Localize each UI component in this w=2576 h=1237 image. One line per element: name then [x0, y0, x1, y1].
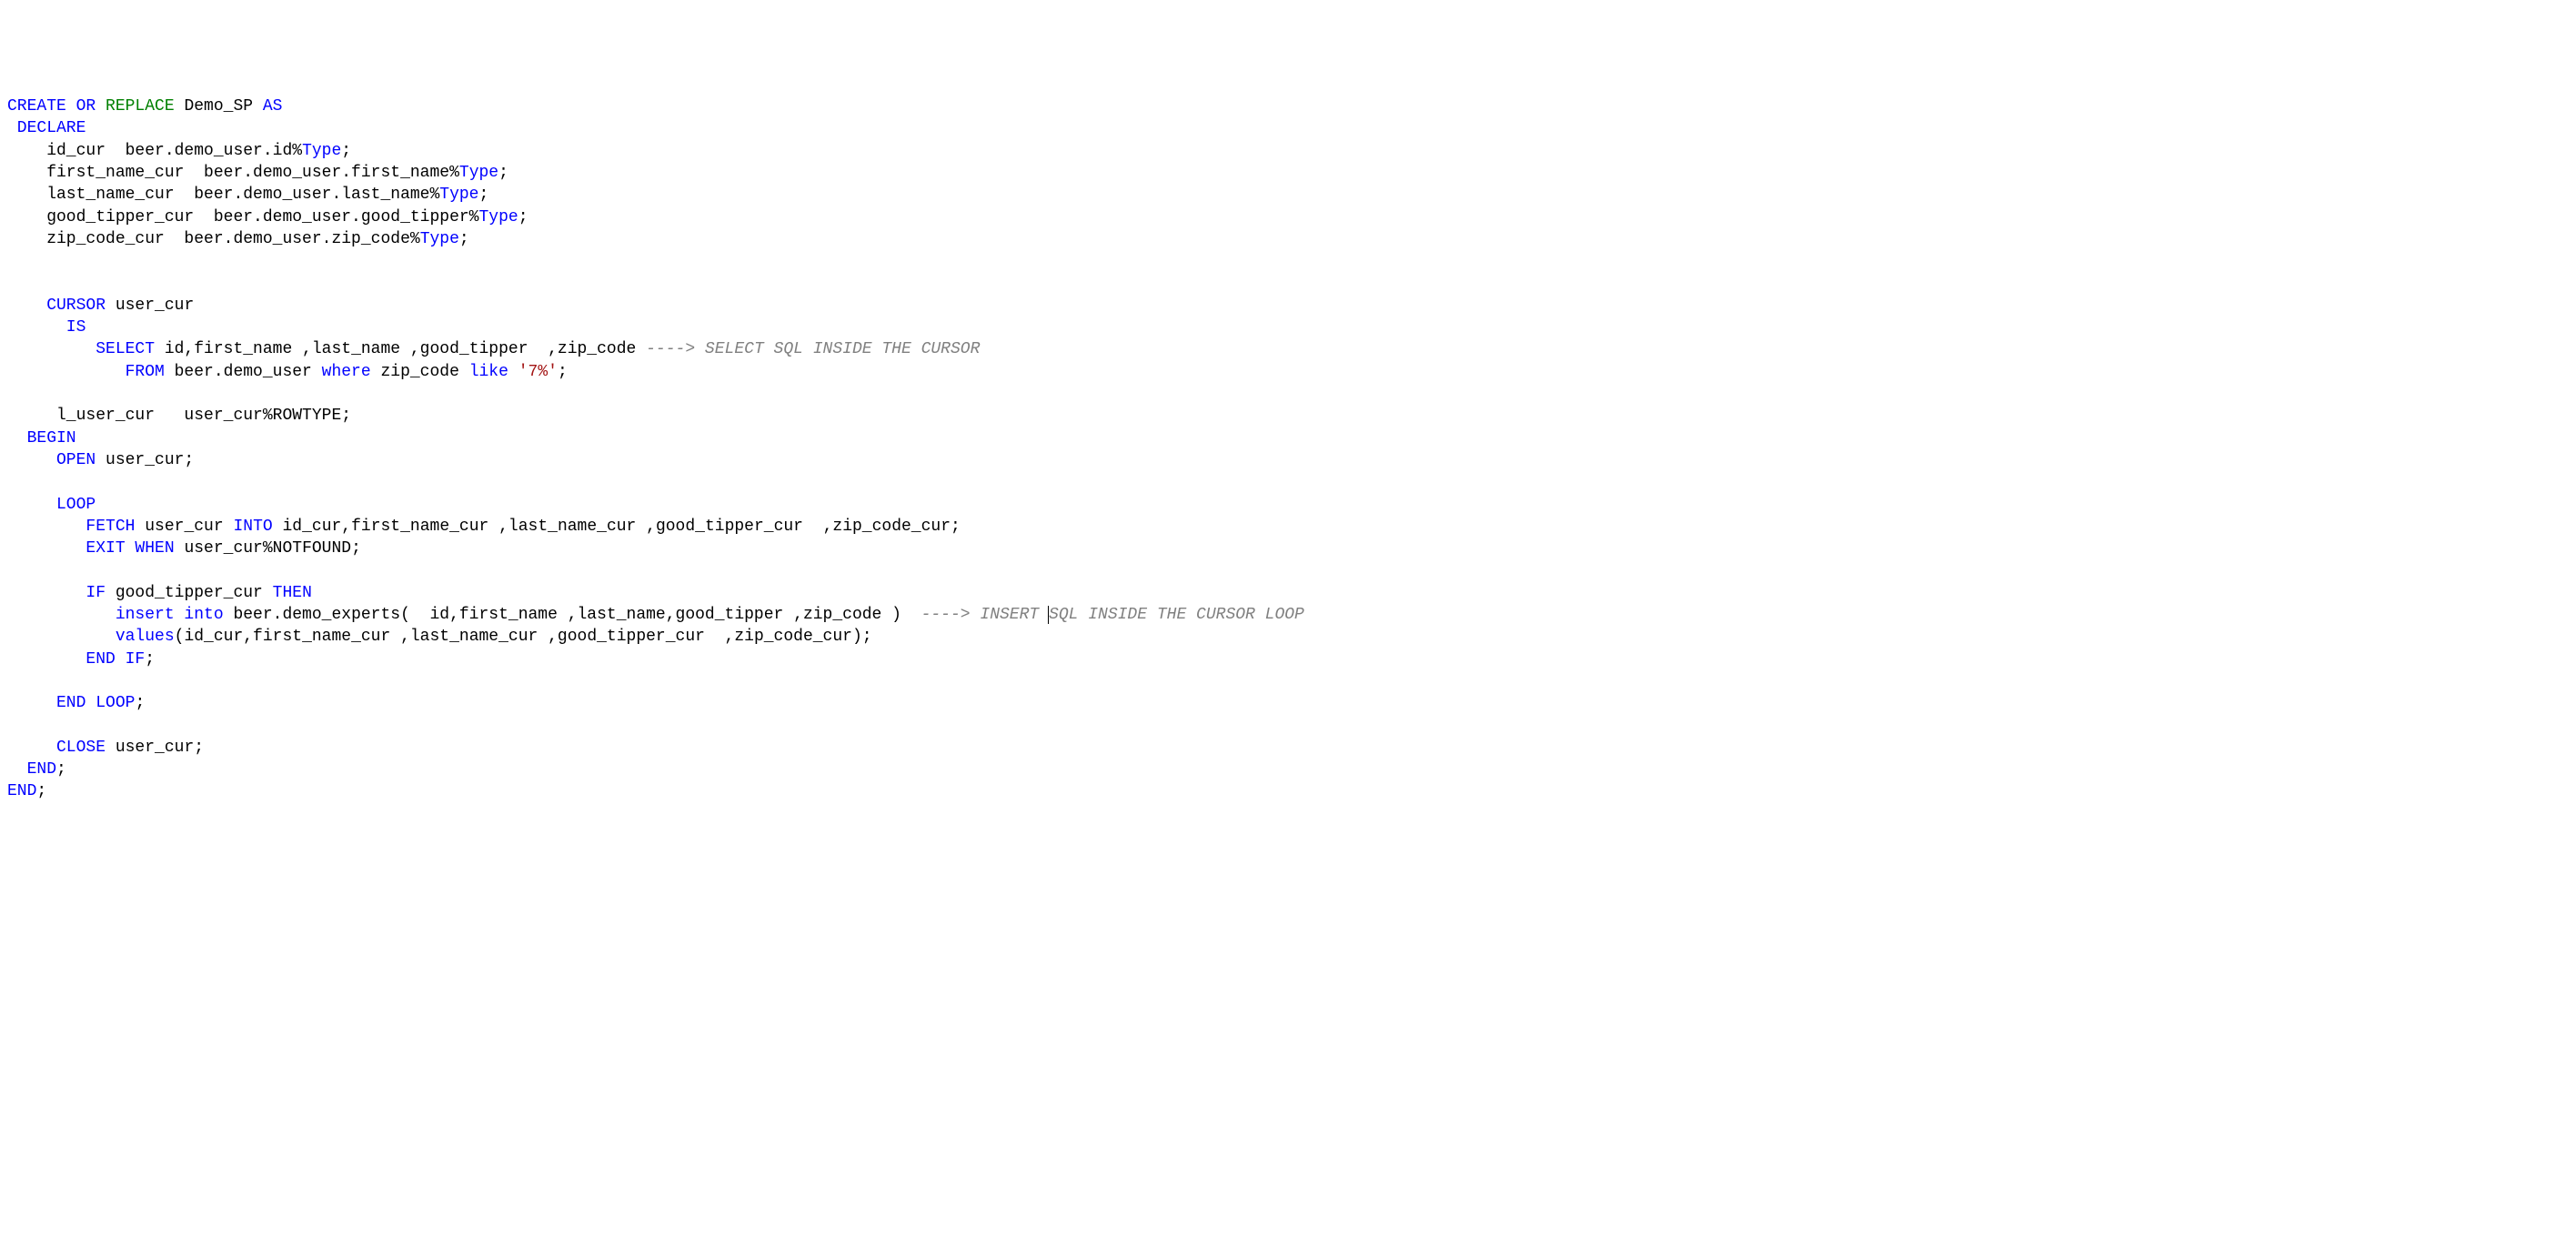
comment-insert-b: SQL INSIDE THE CURSOR LOOP [1049, 606, 1304, 624]
keyword-cursor: CURSOR [7, 297, 106, 315]
keyword-loop: LOOP [7, 496, 96, 514]
decl-id-cur: id_cur beer.demo_user.id% [7, 142, 302, 160]
select-columns: id,first_name ,last_name ,good_tipper ,z… [155, 340, 646, 358]
where-col: zip_code [371, 363, 469, 381]
keyword-type: Type [439, 186, 478, 204]
open-cursor: user_cur; [96, 451, 194, 469]
semicolon: ; [459, 230, 469, 248]
keyword-values: values [7, 628, 175, 646]
keyword-then: THEN [273, 584, 312, 602]
semicolon: ; [498, 164, 508, 182]
keyword-create-or: CREATE OR [7, 97, 106, 116]
code-block: CREATE OR REPLACE Demo_SP AS DECLARE id_… [7, 96, 2569, 803]
string-literal: '7%' [518, 363, 558, 381]
semicolon: ; [145, 650, 155, 669]
keyword-type: Type [420, 230, 459, 248]
keyword-close: CLOSE [7, 739, 106, 757]
keyword-end-if: END IF [7, 650, 145, 669]
keyword-end-loop: END LOOP [7, 694, 135, 712]
keyword-type: Type [302, 142, 341, 160]
comment-select: ----> SELECT SQL INSIDE THE CURSOR [646, 340, 980, 358]
keyword-begin: BEGIN [7, 429, 76, 448]
keyword-where: where [322, 363, 371, 381]
proc-name: Demo_SP [175, 97, 263, 116]
keyword-select: SELECT [7, 340, 155, 358]
decl-first-name-cur: first_name_cur beer.demo_user.first_name… [7, 164, 459, 182]
keyword-as: AS [263, 97, 283, 116]
cursor-name: user_cur [106, 297, 194, 315]
decl-good-tipper-cur: good_tipper_cur beer.demo_user.good_tipp… [7, 208, 478, 226]
space [508, 363, 518, 381]
keyword-declare: DECLARE [7, 119, 86, 137]
keyword-end: END [7, 760, 56, 779]
from-table: beer.demo_user [165, 363, 322, 381]
semicolon: ; [479, 186, 489, 204]
fetch-vars: id_cur,first_name_cur ,last_name_cur ,go… [273, 518, 961, 536]
fetch-cursor: user_cur [135, 518, 233, 536]
decl-zip-code-cur: zip_code_cur beer.demo_user.zip_code% [7, 230, 420, 248]
values-list: (id_cur,first_name_cur ,last_name_cur ,g… [175, 628, 872, 646]
exit-condition: user_cur%NOTFOUND; [175, 539, 361, 558]
close-cursor: user_cur; [106, 739, 204, 757]
keyword-like: like [469, 363, 508, 381]
keyword-type: Type [459, 164, 498, 182]
decl-rowtype: l_user_cur user_cur%ROWTYPE; [7, 407, 351, 425]
insert-table-cols: beer.demo_experts( id,first_name ,last_n… [224, 606, 921, 624]
keyword-type: Type [478, 208, 518, 226]
keyword-is: IS [7, 318, 86, 337]
comment-insert-a: ----> INSERT [921, 606, 1049, 624]
keyword-exit-when: EXIT WHEN [7, 539, 175, 558]
keyword-end: END [7, 782, 36, 800]
keyword-if: IF [7, 584, 106, 602]
semicolon: ; [56, 760, 66, 779]
keyword-open: OPEN [7, 451, 96, 469]
if-condition: good_tipper_cur [106, 584, 273, 602]
semicolon: ; [341, 142, 351, 160]
semicolon: ; [518, 208, 528, 226]
keyword-into: INTO [233, 518, 272, 536]
decl-last-name-cur: last_name_cur beer.demo_user.last_name% [7, 186, 439, 204]
keyword-replace: REPLACE [106, 97, 175, 116]
keyword-fetch: FETCH [7, 518, 135, 536]
semicolon: ; [558, 363, 568, 381]
keyword-from: FROM [7, 363, 165, 381]
keyword-insert-into: insert into [7, 606, 224, 624]
semicolon: ; [135, 694, 145, 712]
semicolon: ; [36, 782, 46, 800]
